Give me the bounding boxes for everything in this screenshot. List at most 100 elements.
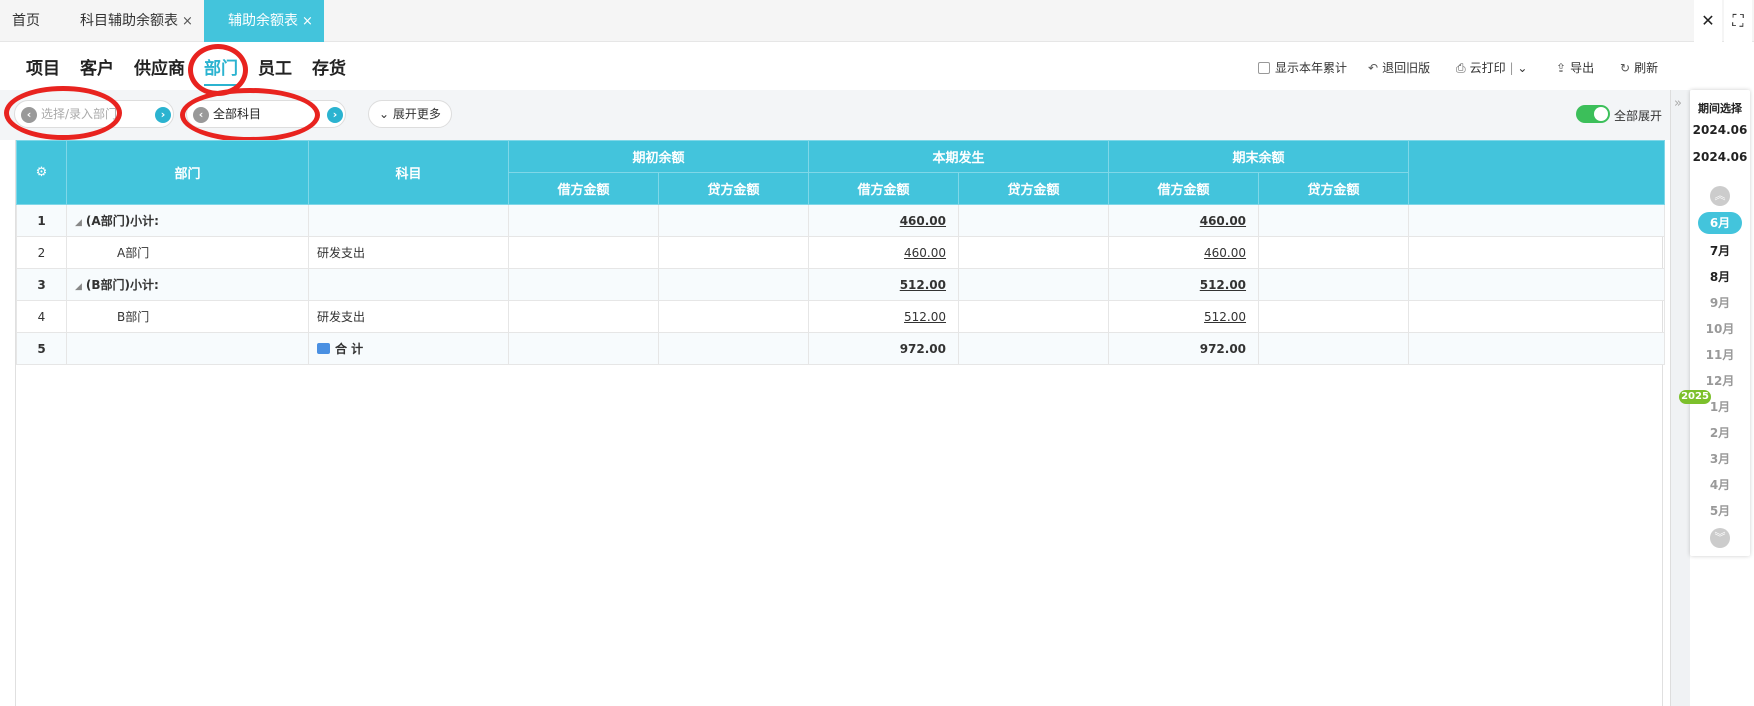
row-index: 2 xyxy=(16,236,67,269)
header-credit: 贷方金额 xyxy=(958,172,1110,205)
cloud-print-button[interactable]: ⎙ 云打印 | ⌄ xyxy=(1456,59,1527,76)
category-project[interactable]: 项目 xyxy=(26,54,60,79)
period-selector: 期间选择 2024.06 2024.06 ︽ 6月 7月 8月 9月 10月 1… xyxy=(1690,90,1750,556)
chevron-down-icon[interactable]: ⌄ xyxy=(1517,61,1527,75)
current-debit-link[interactable]: 512.00 xyxy=(808,268,960,301)
category-supplier[interactable]: 供应商 xyxy=(134,54,185,79)
month-item[interactable]: 7月 xyxy=(1690,242,1750,259)
dept-cell[interactable]: ◢ (A部门)小计: xyxy=(66,204,309,237)
back-old-label: 退回旧版 xyxy=(1382,61,1431,75)
header-subject: 科目 xyxy=(308,140,509,205)
month-item[interactable]: 3月 xyxy=(1690,450,1750,467)
gear-icon[interactable]: ⚙ xyxy=(36,165,48,180)
opening-debit-cell xyxy=(508,268,659,301)
close-icon[interactable]: × xyxy=(182,14,193,29)
blank-cell xyxy=(1408,268,1666,301)
double-chevron-right-icon[interactable]: » xyxy=(1674,96,1682,111)
blank-cell xyxy=(1408,300,1666,333)
scroll-down-icon[interactable]: ︾ xyxy=(1710,528,1730,548)
dept-text: (A部门)小计: xyxy=(85,214,159,228)
header-blank xyxy=(1408,140,1666,205)
opening-credit-cell xyxy=(657,332,810,365)
printer-icon: ⎙ xyxy=(1456,61,1466,75)
divider: | xyxy=(1509,61,1514,75)
current-credit-cell xyxy=(958,236,1110,269)
blank-cell xyxy=(1408,236,1666,269)
row-index: 1 xyxy=(16,204,67,237)
header-opening: 期初余额 xyxy=(507,140,810,173)
closing-credit-cell xyxy=(1258,236,1410,269)
tab-home[interactable]: 首页 xyxy=(12,0,40,42)
subject-cell xyxy=(308,268,509,301)
column-settings[interactable]: ⚙ xyxy=(16,140,67,205)
chevron-right-icon[interactable]: › xyxy=(155,107,171,123)
export-button[interactable]: ⇪ 导出 xyxy=(1556,59,1594,76)
subject-cell: 研发支出 xyxy=(308,300,509,333)
refresh-button[interactable]: ↻ 刷新 xyxy=(1620,59,1658,76)
dept-cell: B部门 xyxy=(66,300,309,333)
show-year-total-checkbox[interactable]: 显示本年累计 xyxy=(1258,59,1347,76)
month-item[interactable]: 5月 xyxy=(1690,502,1750,519)
period-end[interactable]: 2024.06 xyxy=(1690,150,1750,164)
dept-cell: A部门 xyxy=(66,236,309,269)
folder-icon xyxy=(317,343,330,354)
dept-cell xyxy=(66,332,309,365)
balance-table: ⚙ 部门 科目 期初余额 本期发生 期末余额 借方金额 贷方金额 借方金额 贷方… xyxy=(16,140,1666,365)
month-item[interactable]: 12月 xyxy=(1690,372,1750,389)
window-close-icon[interactable]: ✕ xyxy=(1694,0,1722,42)
month-item[interactable]: 6月 xyxy=(1698,212,1742,234)
row-index: 3 xyxy=(16,268,67,301)
expand-more-button[interactable]: ⌄ 展开更多 xyxy=(368,100,452,128)
category-bar: 项目 客户 供应商 部门 员工 存货 显示本年累计 ↶ 退回旧版 ⎙ 云打印 | ⌄… xyxy=(0,42,1670,90)
closing-credit-cell xyxy=(1258,268,1410,301)
closing-debit-link[interactable]: 460.00 xyxy=(1108,204,1260,237)
month-item[interactable]: 10月 xyxy=(1690,320,1750,337)
category-customer[interactable]: 客户 xyxy=(80,54,114,79)
header-closing: 期末余额 xyxy=(1108,140,1410,173)
period-start[interactable]: 2024.06 xyxy=(1690,123,1750,137)
back-old-version-button[interactable]: ↶ 退回旧版 xyxy=(1368,59,1430,76)
opening-credit-cell xyxy=(657,268,810,301)
collapse-triangle-icon[interactable]: ◢ xyxy=(75,218,82,228)
closing-debit-cell: 972.00 xyxy=(1108,332,1260,365)
current-credit-cell xyxy=(958,300,1110,333)
opening-credit-cell xyxy=(657,236,810,269)
dept-cell[interactable]: ◢ (B部门)小计: xyxy=(66,268,309,301)
show-year-total-label: 显示本年累计 xyxy=(1275,61,1348,75)
tab-bar: 首页 科目辅助余额表 × 辅助余额表 × ✕ ⛶ xyxy=(0,0,1754,42)
period-title: 期间选择 xyxy=(1698,102,1742,115)
blank-cell xyxy=(1408,332,1666,365)
tab-subject-aux-balance[interactable]: 科目辅助余额表 × xyxy=(80,0,193,42)
chevron-right-icon[interactable]: › xyxy=(327,107,343,123)
month-item[interactable]: 8月 xyxy=(1690,268,1750,285)
annotation-circle xyxy=(4,86,122,140)
category-inventory[interactable]: 存货 xyxy=(312,54,346,79)
fullscreen-icon[interactable]: ⛶ xyxy=(1724,0,1752,42)
expand-all-toggle[interactable] xyxy=(1576,105,1610,123)
close-icon[interactable]: × xyxy=(302,14,313,29)
current-debit-link[interactable]: 460.00 xyxy=(808,236,960,269)
header-current: 本期发生 xyxy=(808,140,1110,173)
month-item[interactable]: 11月 xyxy=(1690,346,1750,363)
table-row: 4 B部门 研发支出 512.00 512.00 xyxy=(16,300,1666,333)
current-debit-link[interactable]: 460.00 xyxy=(808,204,960,237)
month-item[interactable]: 9月 xyxy=(1690,294,1750,311)
scroll-up-icon[interactable]: ︽ xyxy=(1710,186,1730,206)
header-debit: 借方金额 xyxy=(508,172,659,205)
current-debit-link[interactable]: 512.00 xyxy=(808,300,960,333)
collapse-triangle-icon[interactable]: ◢ xyxy=(75,282,82,292)
closing-debit-link[interactable]: 512.00 xyxy=(1108,300,1260,333)
month-item[interactable]: 4月 xyxy=(1690,476,1750,493)
tab-home-label: 首页 xyxy=(12,13,40,29)
total-label: 合 计 xyxy=(335,342,364,356)
closing-debit-link[interactable]: 512.00 xyxy=(1108,268,1260,301)
header-credit: 贷方金额 xyxy=(657,172,810,205)
closing-debit-link[interactable]: 460.00 xyxy=(1108,236,1260,269)
tab-aux-balance[interactable]: 辅助余额表 × xyxy=(204,0,324,42)
row-index: 5 xyxy=(16,332,67,365)
category-employee[interactable]: 员工 xyxy=(258,54,292,79)
month-item[interactable]: 2月 xyxy=(1690,424,1750,441)
header-debit: 借方金额 xyxy=(1108,172,1260,205)
blank-cell xyxy=(1408,204,1666,237)
current-credit-cell xyxy=(958,268,1110,301)
